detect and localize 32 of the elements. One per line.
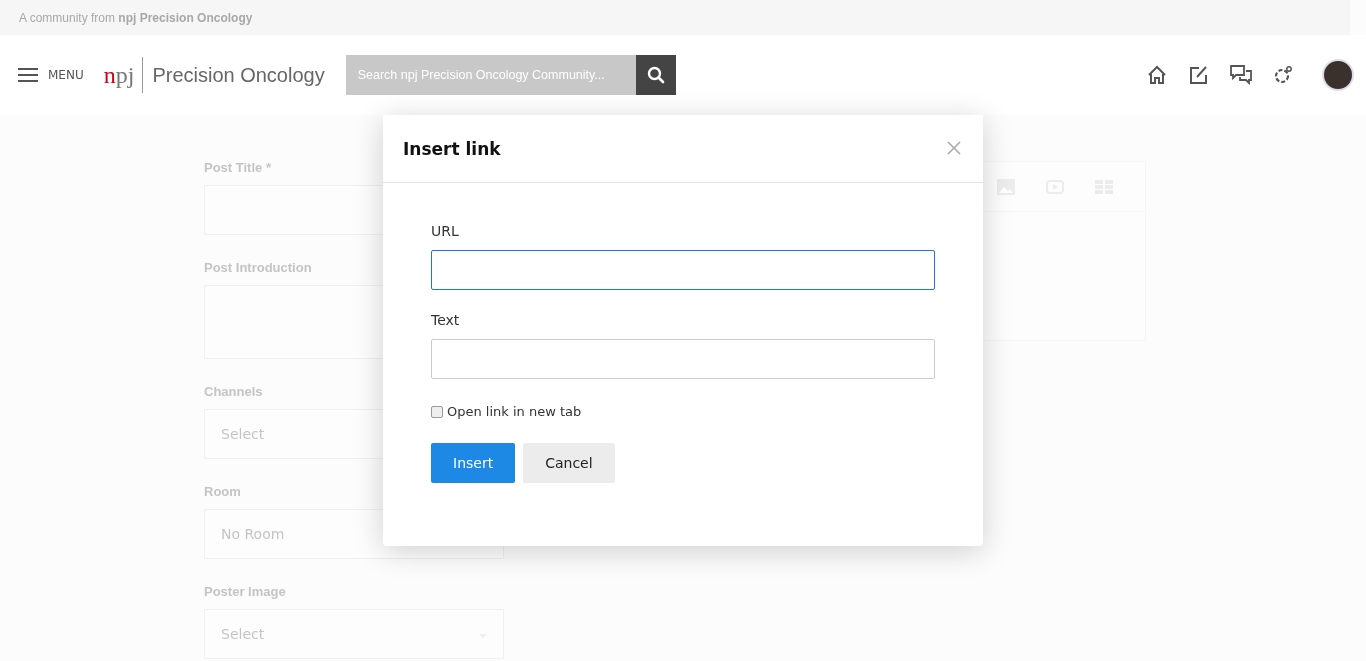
field-label: Room xyxy=(204,485,241,499)
field-label: URL xyxy=(431,223,460,241)
input-field[interactable] xyxy=(431,250,935,290)
field-label: Text xyxy=(431,312,461,330)
messages-button[interactable] xyxy=(1230,64,1252,86)
field-label: Post Title * xyxy=(204,161,271,175)
search-button[interactable] xyxy=(635,55,676,95)
compose-button[interactable] xyxy=(1188,64,1210,86)
banner-text: A community from npj Precision Oncology xyxy=(19,10,253,25)
close-icon xyxy=(947,140,961,155)
field-label: Poster Image xyxy=(204,585,286,599)
search-icon xyxy=(646,66,665,84)
cancel-button[interactable]: Cancel xyxy=(523,443,615,483)
logo-name: Precision Oncology xyxy=(152,63,325,87)
home-button[interactable] xyxy=(1146,64,1168,86)
compose-icon xyxy=(1189,65,1209,85)
home-icon xyxy=(1147,65,1167,85)
placeholder-text: Select xyxy=(221,426,265,442)
chat-bubbles-icon xyxy=(1230,65,1252,85)
input-field[interactable] xyxy=(431,339,935,379)
field-label: Post Introduction xyxy=(204,261,312,275)
insert-button[interactable]: Insert xyxy=(431,443,516,483)
close-button[interactable] xyxy=(947,140,963,157)
avatar[interactable] xyxy=(1322,59,1354,91)
field-label: Channels xyxy=(204,385,263,399)
field-value: No Room xyxy=(221,526,285,542)
logo-mark: npj xyxy=(103,57,144,93)
checkbox[interactable] xyxy=(431,405,443,418)
menu-icon xyxy=(18,68,38,82)
menu-button[interactable]: MENU xyxy=(18,68,84,82)
placeholder-text: Select xyxy=(221,626,265,642)
dialog-title: Insert link xyxy=(403,138,501,159)
